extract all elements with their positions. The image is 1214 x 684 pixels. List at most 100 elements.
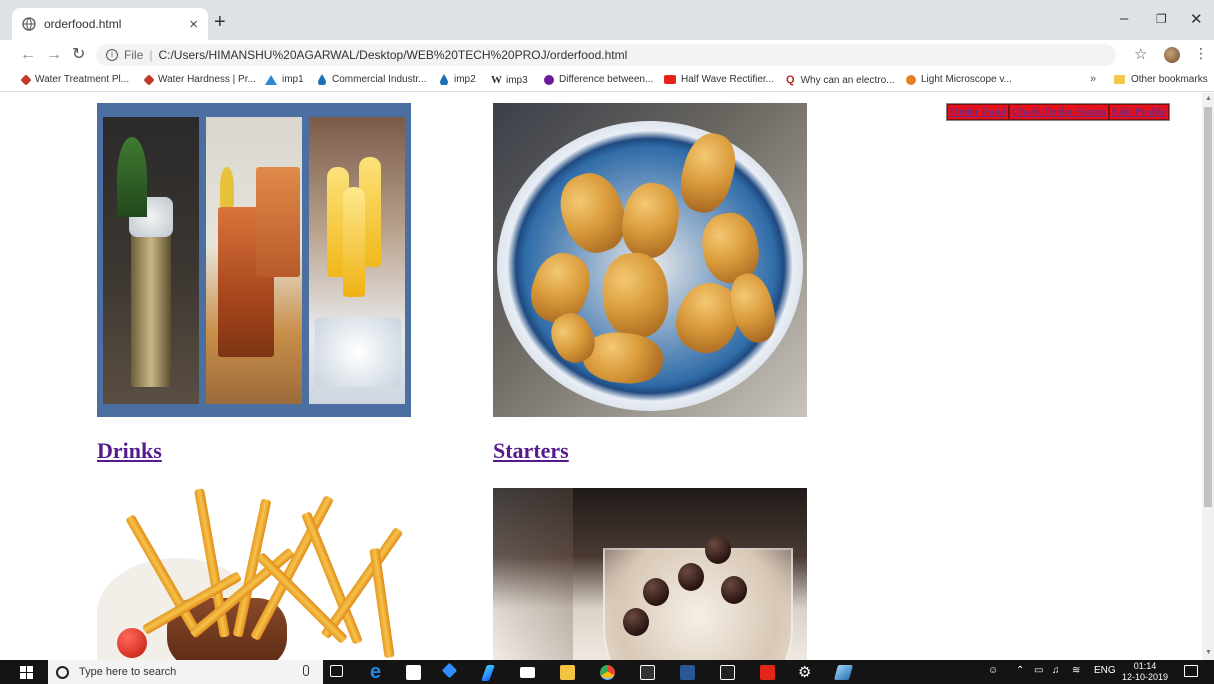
mail-icon[interactable] bbox=[520, 667, 535, 678]
cortana-icon bbox=[56, 665, 69, 679]
acrobat-icon[interactable] bbox=[760, 665, 775, 680]
dessert-image[interactable] bbox=[493, 488, 807, 660]
profile-avatar[interactable] bbox=[1164, 47, 1180, 63]
scroll-up-icon[interactable]: ▲ bbox=[1205, 95, 1212, 102]
people-icon[interactable]: ☺ bbox=[988, 665, 998, 676]
circle-e-icon bbox=[544, 74, 554, 85]
edit-profile-link[interactable]: Edit Profile bbox=[1108, 104, 1170, 120]
dropbox-icon[interactable] bbox=[441, 662, 458, 679]
bookmark-label: Commercial Industr... bbox=[332, 74, 427, 85]
bookmarks-bar: Water Treatment Pl... Water Hardness | P… bbox=[0, 70, 1214, 92]
page-viewport: Order Food Check Order Status Edit Profi… bbox=[0, 93, 1202, 660]
bookmark-label: Difference between... bbox=[559, 74, 654, 85]
bookmark-item[interactable]: Difference between... bbox=[544, 74, 653, 85]
page-scrollbar[interactable]: ▲ ▼ bbox=[1202, 93, 1214, 660]
check-order-status-link[interactable]: Check Order Status bbox=[1008, 104, 1109, 120]
starters-link[interactable]: Starters bbox=[493, 438, 569, 464]
bookmark-item[interactable]: imp2 bbox=[440, 74, 476, 85]
reload-icon[interactable]: ↻ bbox=[72, 46, 85, 64]
water-treatment-icon bbox=[20, 73, 32, 86]
tab-close-icon[interactable]: × bbox=[189, 16, 198, 33]
bookmark-item[interactable]: Commercial Industr... bbox=[318, 74, 426, 85]
forward-icon[interactable]: → bbox=[46, 46, 62, 64]
other-bookmarks[interactable]: Other bookmarks bbox=[1114, 74, 1208, 85]
microphone-icon[interactable] bbox=[303, 665, 309, 676]
circle-d-icon bbox=[906, 74, 916, 85]
word-icon[interactable] bbox=[680, 665, 695, 680]
bookmark-item[interactable]: Water Hardness | Pr... bbox=[143, 73, 256, 86]
bookmark-label: imp2 bbox=[454, 74, 476, 85]
language-indicator[interactable]: ENG bbox=[1094, 665, 1116, 676]
store-icon[interactable] bbox=[406, 665, 421, 680]
back-icon[interactable]: ← bbox=[20, 46, 36, 64]
bookmark-item[interactable]: W imp3 bbox=[491, 74, 528, 86]
bookmark-item[interactable]: imp1 bbox=[265, 74, 304, 85]
quora-icon: Q bbox=[786, 74, 795, 86]
bookmark-label: Water Treatment Pl... bbox=[35, 74, 130, 85]
start-icon[interactable] bbox=[20, 666, 33, 679]
task-view-icon[interactable] bbox=[330, 665, 343, 677]
address-bar[interactable]: i File | C:/Users/HIMANSHU%20AGARWAL/Des… bbox=[96, 44, 1116, 66]
tab-strip: orderfood.html × + – ❐ ✕ bbox=[0, 0, 1214, 40]
terminal-icon[interactable] bbox=[640, 665, 655, 680]
clock[interactable]: 01:14 12-10-2019 bbox=[1122, 661, 1168, 683]
taskbar-search-placeholder: Type here to search bbox=[79, 666, 177, 678]
wifi-icon[interactable]: ≋ bbox=[1072, 665, 1080, 676]
folder-icon bbox=[1114, 75, 1125, 84]
starters-image[interactable] bbox=[493, 103, 807, 417]
close-window-icon[interactable]: ✕ bbox=[1190, 10, 1203, 28]
wikipedia-icon: W bbox=[491, 74, 502, 86]
windows-taskbar: Type here to search e ⚙ ☺ ⌃ ▭ ♫ ≋ ENG 01… bbox=[0, 660, 1214, 684]
address-url: C:/Users/HIMANSHU%20AGARWAL/Desktop/WEB%… bbox=[158, 48, 628, 62]
drinks-image[interactable] bbox=[97, 103, 411, 417]
app-bolt-icon[interactable] bbox=[481, 665, 495, 681]
droplet-icon bbox=[318, 74, 326, 85]
water-hardness-icon bbox=[143, 73, 155, 86]
drinks-link[interactable]: Drinks bbox=[97, 438, 162, 464]
fries-image[interactable] bbox=[97, 488, 411, 660]
app-notes-icon[interactable] bbox=[833, 665, 854, 680]
tab-title: orderfood.html bbox=[44, 17, 122, 31]
restore-icon[interactable]: ❐ bbox=[1156, 12, 1167, 26]
iced-tea-panel bbox=[206, 117, 302, 404]
bookmark-label: Light Microscope v... bbox=[921, 74, 1012, 85]
other-bookmarks-label: Other bookmarks bbox=[1131, 74, 1208, 85]
bookmarks-overflow-icon[interactable]: » bbox=[1090, 73, 1096, 85]
menu-kebab-icon[interactable]: ⋮ bbox=[1194, 45, 1208, 62]
bookmark-item[interactable]: Half Wave Rectifier... bbox=[664, 74, 774, 85]
order-food-link[interactable]: Order Food bbox=[947, 104, 1009, 120]
top-nav: Order Food Check Order Status Edit Profi… bbox=[946, 103, 1171, 121]
bookmark-label: Why can an electro... bbox=[800, 74, 895, 86]
droplet-icon bbox=[440, 74, 448, 85]
taskbar-search[interactable]: Type here to search bbox=[48, 660, 323, 684]
photos-icon[interactable] bbox=[720, 665, 735, 680]
clock-date: 12-10-2019 bbox=[1122, 672, 1169, 682]
bookmark-label: imp3 bbox=[506, 74, 528, 86]
bookmark-item[interactable]: Water Treatment Pl... bbox=[20, 73, 130, 86]
toolbar: ← → ↻ i File | C:/Users/HIMANSHU%20AGARW… bbox=[0, 40, 1214, 70]
action-center-icon[interactable] bbox=[1184, 665, 1198, 677]
scroll-down-icon[interactable]: ▼ bbox=[1205, 649, 1212, 656]
minimize-icon[interactable]: – bbox=[1120, 10, 1128, 27]
volume-icon[interactable]: ♫ bbox=[1052, 665, 1060, 676]
address-scheme: File bbox=[124, 48, 144, 62]
globe-icon bbox=[22, 17, 36, 31]
new-tab-button[interactable]: + bbox=[214, 12, 226, 32]
bookmark-label: imp1 bbox=[282, 74, 304, 85]
info-icon[interactable]: i bbox=[106, 49, 118, 61]
scrollbar-thumb[interactable] bbox=[1204, 107, 1212, 507]
clock-time: 01:14 bbox=[1133, 661, 1157, 671]
bookmark-label: Water Hardness | Pr... bbox=[158, 74, 256, 85]
bookmark-star-icon[interactable]: ☆ bbox=[1134, 45, 1147, 63]
bookmark-item[interactable]: Light Microscope v... bbox=[906, 74, 1012, 85]
settings-icon[interactable]: ⚙ bbox=[798, 665, 813, 680]
browser-tab[interactable]: orderfood.html × bbox=[12, 8, 208, 40]
mojito-panel bbox=[103, 117, 199, 404]
battery-icon[interactable]: ▭ bbox=[1034, 665, 1043, 676]
bookmark-item[interactable]: Q Why can an electro... bbox=[786, 74, 895, 86]
file-explorer-icon[interactable] bbox=[560, 665, 575, 680]
edge-icon[interactable]: e bbox=[370, 662, 385, 682]
youtube-icon bbox=[664, 75, 676, 84]
chrome-icon[interactable] bbox=[600, 665, 615, 680]
tray-chevron-icon[interactable]: ⌃ bbox=[1016, 665, 1024, 676]
